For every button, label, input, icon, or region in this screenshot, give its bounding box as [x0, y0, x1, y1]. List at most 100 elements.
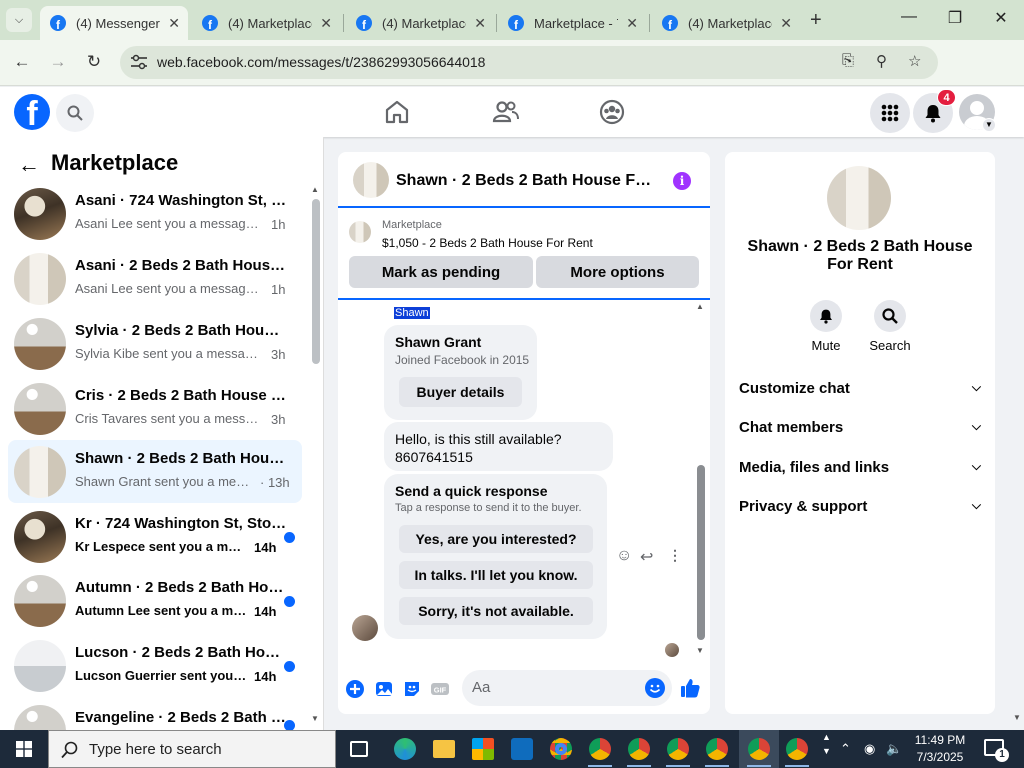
- bookmark-star-icon[interactable]: ☆: [908, 52, 921, 70]
- home-icon[interactable]: [383, 98, 411, 126]
- react-emoji-icon[interactable]: ☺: [616, 547, 632, 565]
- more-options-button[interactable]: More options: [536, 256, 699, 288]
- chrome-profile-icon[interactable]: [786, 738, 808, 760]
- conversation-item[interactable]: Kr · 724 Washington St, Stoughton Kr Les…: [8, 505, 302, 568]
- browser-tab-messenger[interactable]: f (4) Messenger | ✕: [40, 6, 188, 40]
- tab-close-icon[interactable]: ✕: [780, 15, 792, 32]
- taskbar-search-box[interactable]: Type here to search: [48, 730, 336, 768]
- show-hidden-icons-chevron-icon[interactable]: ⌃: [840, 741, 851, 757]
- conversation-item[interactable]: Asani · 724 Washington St, Stoughton Asa…: [8, 182, 302, 245]
- wifi-icon[interactable]: ◉: [864, 741, 875, 757]
- sender-label: Shawn: [394, 307, 430, 319]
- account-chevron-icon[interactable]: ▼: [982, 118, 996, 132]
- mute-action[interactable]: Mute: [796, 300, 856, 353]
- scroll-up-arrow-icon[interactable]: ▲: [311, 185, 319, 194]
- mark-pending-button[interactable]: Mark as pending: [349, 256, 533, 288]
- microsoft-store-icon[interactable]: [472, 738, 494, 760]
- conversation-item-selected[interactable]: Shawn · 2 Beds 2 Bath House For Rent Sha…: [8, 440, 302, 503]
- info-icon[interactable]: i: [673, 172, 691, 190]
- tab-close-icon[interactable]: ✕: [320, 15, 332, 32]
- minimize-icon[interactable]: —: [886, 8, 932, 26]
- listing-price[interactable]: $1,050 - 2 Beds 2 Bath House For Rent: [382, 236, 593, 250]
- emoji-icon[interactable]: [645, 678, 665, 698]
- listing-thumbnail[interactable]: [349, 221, 371, 243]
- thumbs-up-icon[interactable]: [679, 677, 701, 699]
- browser-tab-marketplace-4[interactable]: f (4) Marketplace ✕: [652, 6, 800, 40]
- facebook-search-button[interactable]: [56, 94, 94, 132]
- chat-thumbnail[interactable]: [353, 162, 389, 198]
- listing-thumbnail: [14, 511, 66, 563]
- chrome-profile-icon[interactable]: [667, 738, 689, 760]
- menu-grid-button[interactable]: [870, 93, 910, 133]
- conversation-item[interactable]: Asani · 2 Beds 2 Bath House For Rent Asa…: [8, 247, 302, 310]
- quick-response-button[interactable]: Yes, are you interested?: [399, 525, 593, 553]
- conversation-item[interactable]: Evangeline · 2 Beds 2 Bath House For Ren…: [8, 699, 302, 730]
- browser-tab-marketplace-1[interactable]: f (4) Marketplace ✕: [192, 6, 340, 40]
- conversation-item[interactable]: Sylvia · 2 Beds 2 Bath House For Rent Sy…: [8, 312, 302, 375]
- media-files-row[interactable]: Media, files and links ⌵: [739, 459, 981, 483]
- tab-close-icon[interactable]: ✕: [626, 15, 638, 32]
- conversation-item[interactable]: Lucson · 2 Beds 2 Bath House For Rent Lu…: [8, 634, 302, 697]
- buyer-avatar[interactable]: [352, 615, 378, 641]
- chrome-icon[interactable]: [550, 738, 572, 760]
- chat-members-row[interactable]: Chat members ⌵: [739, 419, 981, 443]
- page-scroll-down-arrow-icon[interactable]: ▼: [1013, 713, 1021, 722]
- windows-start-icon[interactable]: [16, 741, 32, 757]
- forward-arrow-icon[interactable]: →: [46, 52, 70, 72]
- quick-response-button[interactable]: In talks. I'll let you know.: [399, 561, 593, 589]
- search-action[interactable]: Search: [860, 300, 920, 353]
- conversation-time: 3h: [271, 412, 286, 427]
- chrome-profile-icon[interactable]: [706, 738, 728, 760]
- system-clock[interactable]: 11:49 PM 7/3/2025: [900, 732, 980, 766]
- reload-icon[interactable]: ↻: [82, 52, 106, 72]
- reply-icon[interactable]: ↩: [640, 547, 653, 567]
- back-arrow-icon[interactable]: ←: [10, 52, 34, 72]
- sidebar-title: Marketplace: [51, 150, 179, 175]
- url-text[interactable]: web.facebook.com/messages/t/238629930566…: [157, 54, 485, 70]
- chat-title[interactable]: Shawn · 2 Beds 2 Bath House For Rent: [396, 172, 656, 190]
- plus-circle-icon[interactable]: [345, 679, 365, 699]
- omnibox[interactable]: web.facebook.com/messages/t/238629930566…: [120, 46, 938, 79]
- facebook-logo-icon[interactable]: f: [14, 94, 50, 130]
- privacy-support-row[interactable]: Privacy & support ⌵: [739, 498, 981, 522]
- scroll-down-arrow-icon[interactable]: ▼: [311, 714, 319, 723]
- browser-tab-marketplace-3[interactable]: f Marketplace - 7 ✕: [498, 6, 646, 40]
- customize-chat-row[interactable]: Customize chat ⌵: [739, 380, 981, 404]
- outlook-icon[interactable]: [511, 738, 533, 760]
- file-explorer-icon[interactable]: [433, 740, 455, 758]
- more-actions-icon[interactable]: ⋮: [668, 547, 682, 564]
- sticker-icon[interactable]: [402, 679, 422, 699]
- tab-close-icon[interactable]: ✕: [474, 15, 486, 32]
- conversation-item[interactable]: Cris · 2 Beds 2 Bath House For Rent Cris…: [8, 377, 302, 440]
- chrome-profile-icon[interactable]: [628, 738, 650, 760]
- new-tab-plus-icon[interactable]: +: [810, 9, 822, 32]
- friends-icon[interactable]: [491, 98, 519, 126]
- restore-icon[interactable]: ❐: [932, 8, 978, 28]
- edge-browser-icon[interactable]: [394, 738, 416, 760]
- install-app-icon[interactable]: ⎘: [842, 52, 854, 69]
- scroll-down-arrow-icon[interactable]: ▼: [696, 646, 704, 655]
- chat-scrollbar[interactable]: [697, 465, 705, 640]
- listing-photo[interactable]: [827, 166, 891, 230]
- chrome-profile-icon-active[interactable]: [748, 738, 770, 760]
- tab-search-button[interactable]: ⌵: [6, 8, 32, 32]
- quick-response-button[interactable]: Sorry, it's not available.: [399, 597, 593, 625]
- task-view-icon[interactable]: [350, 741, 368, 757]
- scroll-up-arrow-icon[interactable]: ▲: [696, 302, 704, 311]
- tab-close-icon[interactable]: ✕: [168, 15, 180, 32]
- chrome-profile-icon[interactable]: [589, 738, 611, 760]
- zoom-icon[interactable]: ⚲: [876, 52, 887, 70]
- listing-thumbnail: [14, 640, 66, 692]
- window-close-icon[interactable]: ✕: [978, 8, 1024, 28]
- taskbar-scroll-arrows[interactable]: ▲ ▼: [822, 730, 831, 758]
- message-input[interactable]: Aa: [462, 670, 672, 706]
- gif-icon[interactable]: GIF: [430, 679, 450, 699]
- sidebar-scrollbar[interactable]: [312, 199, 320, 364]
- groups-icon[interactable]: [598, 98, 626, 126]
- conversation-item[interactable]: Autumn · 2 Beds 2 Bath House For Rent Au…: [8, 569, 302, 632]
- buyer-details-button[interactable]: Buyer details: [399, 377, 522, 407]
- photo-icon[interactable]: [374, 679, 394, 699]
- site-settings-icon[interactable]: [130, 54, 148, 70]
- browser-tab-marketplace-2[interactable]: f (4) Marketplace ✕: [346, 6, 494, 40]
- back-arrow-icon[interactable]: ←: [18, 152, 40, 178]
